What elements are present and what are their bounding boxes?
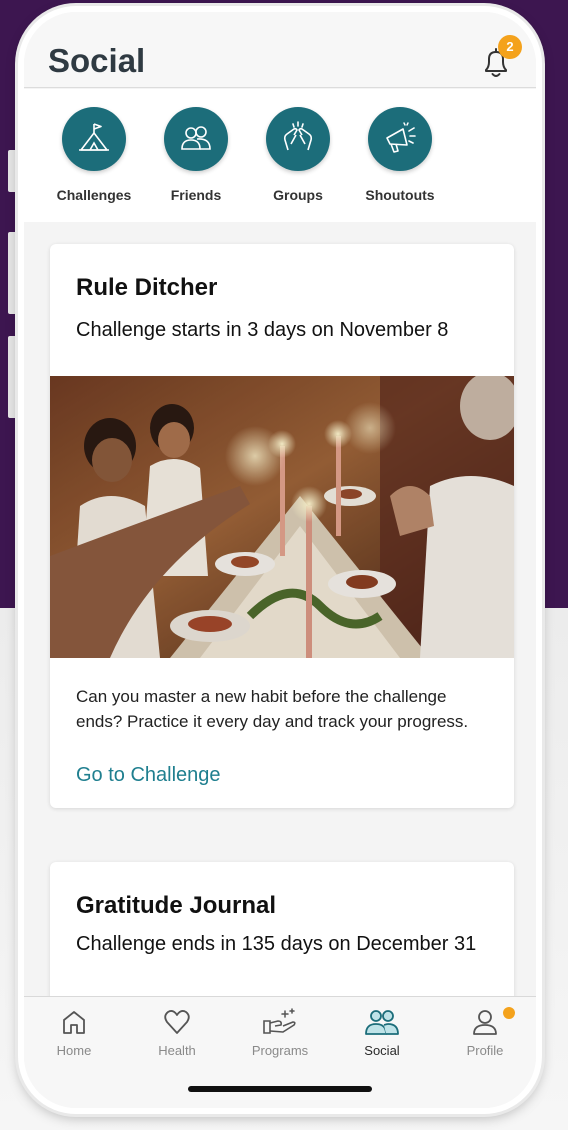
card-description: Can you master a new habit before the ch… [76,687,469,731]
tab-health[interactable]: Health [127,1007,227,1058]
tab-label: Health [158,1043,196,1058]
tab-social[interactable]: Social [332,1007,432,1058]
phone-frame: Social 2 Challenges Friends Groups Shout… [18,6,542,1114]
header: Social 2 [24,12,536,88]
go-to-challenge-link[interactable]: Go to Challenge [76,764,221,787]
tab-label: Home [56,1043,92,1058]
tab-programs[interactable]: Programs [230,1007,330,1058]
app-screen: Social 2 Challenges Friends Groups Shout… [24,12,536,1108]
quick-nav-icon-circle [62,107,126,171]
hand-sparkle-icon [263,1008,296,1034]
quick-nav-label: Groups [273,187,323,203]
tab-label: Programs [251,1043,309,1058]
quick-nav: Challenges Friends Groups Shoutouts [24,89,536,222]
quick-nav-icon-circle [266,107,330,171]
tab-home[interactable]: Home [24,1007,124,1058]
megaphone-icon [386,122,416,153]
challenge-photo [50,376,514,658]
profile-notification-dot [503,1007,515,1019]
card-subtitle: Challenge ends in 135 days on December 3… [76,933,477,955]
card-title: Gratitude Journal [76,892,277,919]
tent-flag-icon [79,123,109,151]
person-icon [473,1010,497,1035]
tab-label: Profile [466,1043,504,1058]
quick-nav-label: Challenges [56,187,132,203]
page-title: Social [48,42,146,79]
notification-badge: 2 [498,35,522,59]
quick-nav-label: Shoutouts [365,187,435,203]
quick-nav-groups[interactable]: Groups [243,107,353,203]
phone-volume-up [8,232,18,314]
phone-mute-switch [8,150,18,192]
quick-nav-label: Friends [170,187,222,203]
quick-nav-icon-circle [164,107,228,171]
quick-nav-icon-circle [368,107,432,171]
people-icon [365,1010,399,1035]
quick-nav-challenges[interactable]: Challenges [39,107,149,203]
dinner-table-image [50,376,514,658]
card-title: Rule Ditcher [76,274,218,301]
challenge-card[interactable]: Rule Ditcher Challenge starts in 3 days … [50,244,514,808]
friends-icon [181,126,211,150]
phone-volume-down [8,336,18,418]
tab-label: Social [364,1043,400,1058]
card-subtitle: Challenge starts in 3 days on November 8 [76,319,449,341]
hands-icon [283,121,313,151]
home-indicator [188,1086,372,1092]
tab-profile[interactable]: Profile [435,1007,535,1058]
quick-nav-friends[interactable]: Friends [141,107,251,203]
heart-icon [164,1010,190,1034]
quick-nav-shoutouts[interactable]: Shoutouts [345,107,455,203]
home-icon [63,1011,85,1034]
